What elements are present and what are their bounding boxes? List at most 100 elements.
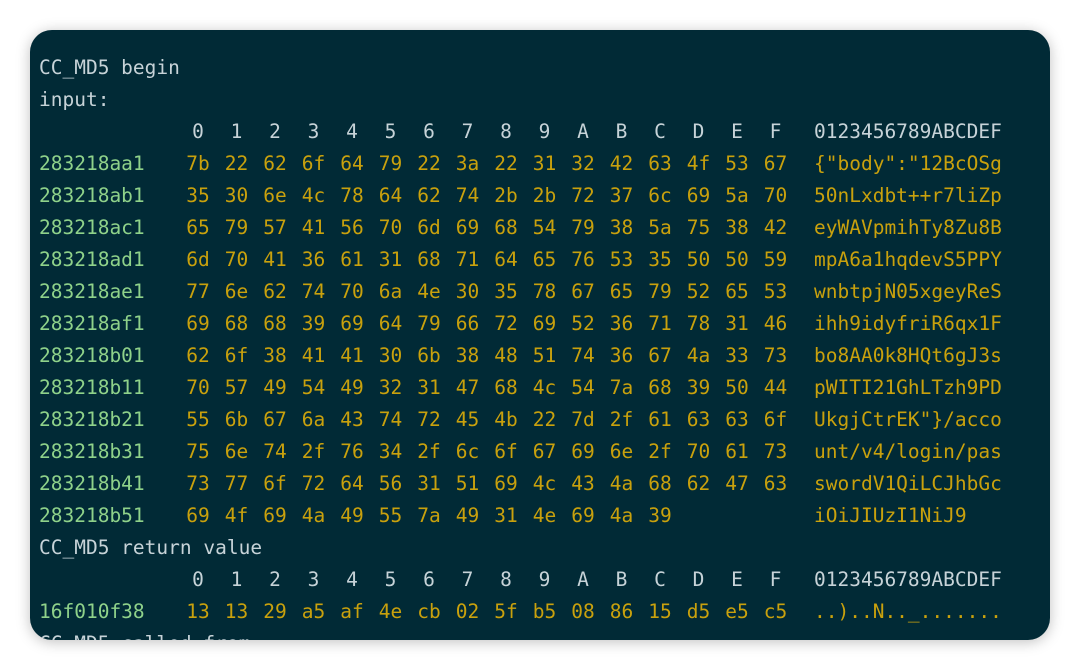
hex-byte: 65 bbox=[609, 280, 634, 303]
hex-byte: 69 bbox=[532, 312, 557, 335]
column-header: D bbox=[692, 120, 705, 143]
input-label: input: bbox=[39, 88, 110, 111]
hexdump-header: 0 1 2 3 4 5 6 7 8 9 A B C D E F 0123456789ABCDEF bbox=[39, 116, 1039, 148]
hex-byte: 31 bbox=[378, 248, 403, 271]
hex-byte: 7d bbox=[571, 408, 595, 431]
memory-address: 283218ad1 bbox=[39, 248, 145, 271]
column-header: C bbox=[654, 120, 666, 143]
hex-byte: 36 bbox=[609, 344, 634, 367]
hex-byte: 4c bbox=[301, 184, 326, 207]
hex-byte: cb bbox=[417, 600, 441, 623]
hexdump-row: 283218ac1 65 79 57 41 56 70 6d 69 68 54 79 38 5a 75 38 4… bbox=[39, 212, 1039, 244]
hex-byte: 44 bbox=[763, 376, 788, 399]
column-header: 3 bbox=[307, 120, 320, 143]
ascii-text: iOiJIUzI1NiJ9 bbox=[814, 504, 967, 527]
hex-byte: 6f bbox=[494, 440, 518, 463]
ascii-text: bo8AA0k8HQt6gJ3s bbox=[814, 344, 1002, 367]
hex-byte: 73 bbox=[186, 472, 210, 495]
column-header: 4 bbox=[346, 120, 358, 143]
hex-byte: 7b bbox=[186, 152, 210, 175]
hex-byte: 49 bbox=[340, 504, 364, 527]
hex-byte: 31 bbox=[532, 152, 557, 175]
hex-byte: 42 bbox=[609, 152, 634, 175]
hex-byte: 31 bbox=[417, 376, 441, 399]
hex-byte: 2f bbox=[609, 408, 634, 431]
hex-byte: 32 bbox=[571, 152, 595, 175]
hex-byte: 53 bbox=[609, 248, 634, 271]
hex-byte: 38 bbox=[455, 344, 480, 367]
hex-byte: 6e bbox=[224, 280, 249, 303]
hex-byte: 55 bbox=[186, 408, 210, 431]
hex-byte: 70 bbox=[763, 184, 788, 207]
hex-byte: 35 bbox=[186, 184, 210, 207]
memory-address: 283218aa1 bbox=[39, 152, 145, 175]
hex-byte: 2b bbox=[532, 184, 557, 207]
hex-byte: 57 bbox=[263, 216, 287, 239]
hex-byte: 54 bbox=[301, 376, 326, 399]
hex-byte: 61 bbox=[340, 248, 364, 271]
hex-byte: 5a bbox=[648, 216, 672, 239]
hexdump-row: 283218af1 69 68 68 39 69 64 79 66 72 69 52 36 71 78 31 4… bbox=[39, 308, 1039, 340]
hex-byte: 6a bbox=[378, 280, 403, 303]
hex-byte: 32 bbox=[378, 376, 403, 399]
hex-byte: 6c bbox=[455, 440, 480, 463]
hex-byte: 62 bbox=[186, 344, 210, 367]
hex-byte: 52 bbox=[686, 280, 711, 303]
hex-byte: 30 bbox=[378, 344, 403, 367]
memory-address: 283218b41 bbox=[39, 472, 145, 495]
hex-byte: 62 bbox=[686, 472, 711, 495]
hex-byte: 68 bbox=[224, 312, 249, 335]
hex-byte: 54 bbox=[532, 216, 557, 239]
hex-byte: 71 bbox=[455, 248, 480, 271]
hex-byte: 47 bbox=[455, 376, 480, 399]
hex-byte: 48 bbox=[494, 344, 518, 367]
hex-byte: 76 bbox=[340, 440, 364, 463]
hex-byte: 64 bbox=[340, 472, 364, 495]
ascii-text: 50nLxdbt++r7liZp bbox=[814, 184, 1002, 207]
hex-byte: 75 bbox=[186, 440, 210, 463]
hex-byte: 64 bbox=[378, 184, 403, 207]
hex-byte: c5 bbox=[763, 600, 788, 623]
hex-byte: 2f bbox=[301, 440, 326, 463]
hex-byte: 39 bbox=[686, 376, 711, 399]
column-header: 5 bbox=[384, 568, 397, 591]
hex-byte: 73 bbox=[763, 440, 788, 463]
column-header: 8 bbox=[500, 120, 512, 143]
md5-called-from-line: CC_MD5 called from: bbox=[39, 628, 262, 640]
column-header: 2 bbox=[269, 120, 281, 143]
hex-byte: 08 bbox=[571, 600, 595, 623]
hex-byte: 35 bbox=[494, 280, 518, 303]
hex-byte: d5 bbox=[686, 600, 711, 623]
hex-byte: 6a bbox=[301, 408, 326, 431]
hex-byte: 37 bbox=[609, 184, 634, 207]
hex-byte: 5f bbox=[494, 600, 518, 623]
memory-address: 283218ac1 bbox=[39, 216, 145, 239]
hex-byte: 69 bbox=[263, 504, 287, 527]
hex-byte: 13 bbox=[186, 600, 210, 623]
hex-byte: 78 bbox=[532, 280, 557, 303]
hex-byte: 69 bbox=[186, 312, 210, 335]
terminal-window[interactable]: CC_MD5 begin input: 0 1 2 3 4 5 6 7 8 9 A B C D E F 0123… bbox=[30, 30, 1050, 640]
hexdump-row: 283218b41 73 77 6f 72 64 56 31 51 69 4c 43 4a 68 62 47 6… bbox=[39, 468, 1039, 500]
hex-byte: 64 bbox=[378, 312, 403, 335]
hex-byte: 53 bbox=[725, 152, 749, 175]
hex-byte: 42 bbox=[763, 216, 788, 239]
column-header: E bbox=[731, 568, 743, 591]
hex-byte: 22 bbox=[224, 152, 249, 175]
hex-byte: 2f bbox=[648, 440, 672, 463]
hexdump-row: 283218ad1 6d 70 41 36 61 31 68 71 64 65 76 53 35 50 50 5… bbox=[39, 244, 1039, 276]
hex-byte: 2f bbox=[417, 440, 441, 463]
hex-byte: 63 bbox=[686, 408, 711, 431]
memory-address: 283218af1 bbox=[39, 312, 145, 335]
hex-byte: 4a bbox=[609, 472, 634, 495]
column-header: F bbox=[769, 120, 782, 143]
hex-byte: 39 bbox=[301, 312, 326, 335]
hex-byte: 65 bbox=[532, 248, 557, 271]
hex-byte: 6e bbox=[609, 440, 634, 463]
hex-byte: 62 bbox=[417, 184, 441, 207]
hex-byte: 51 bbox=[532, 344, 557, 367]
hex-byte: af bbox=[340, 600, 364, 623]
hexdump-header: 0 1 2 3 4 5 6 7 8 9 A B C D E F 0123456789ABCDEF bbox=[39, 564, 1039, 596]
hex-byte: 6f bbox=[301, 152, 326, 175]
md5-begin-line: CC_MD5 begin bbox=[39, 56, 180, 79]
